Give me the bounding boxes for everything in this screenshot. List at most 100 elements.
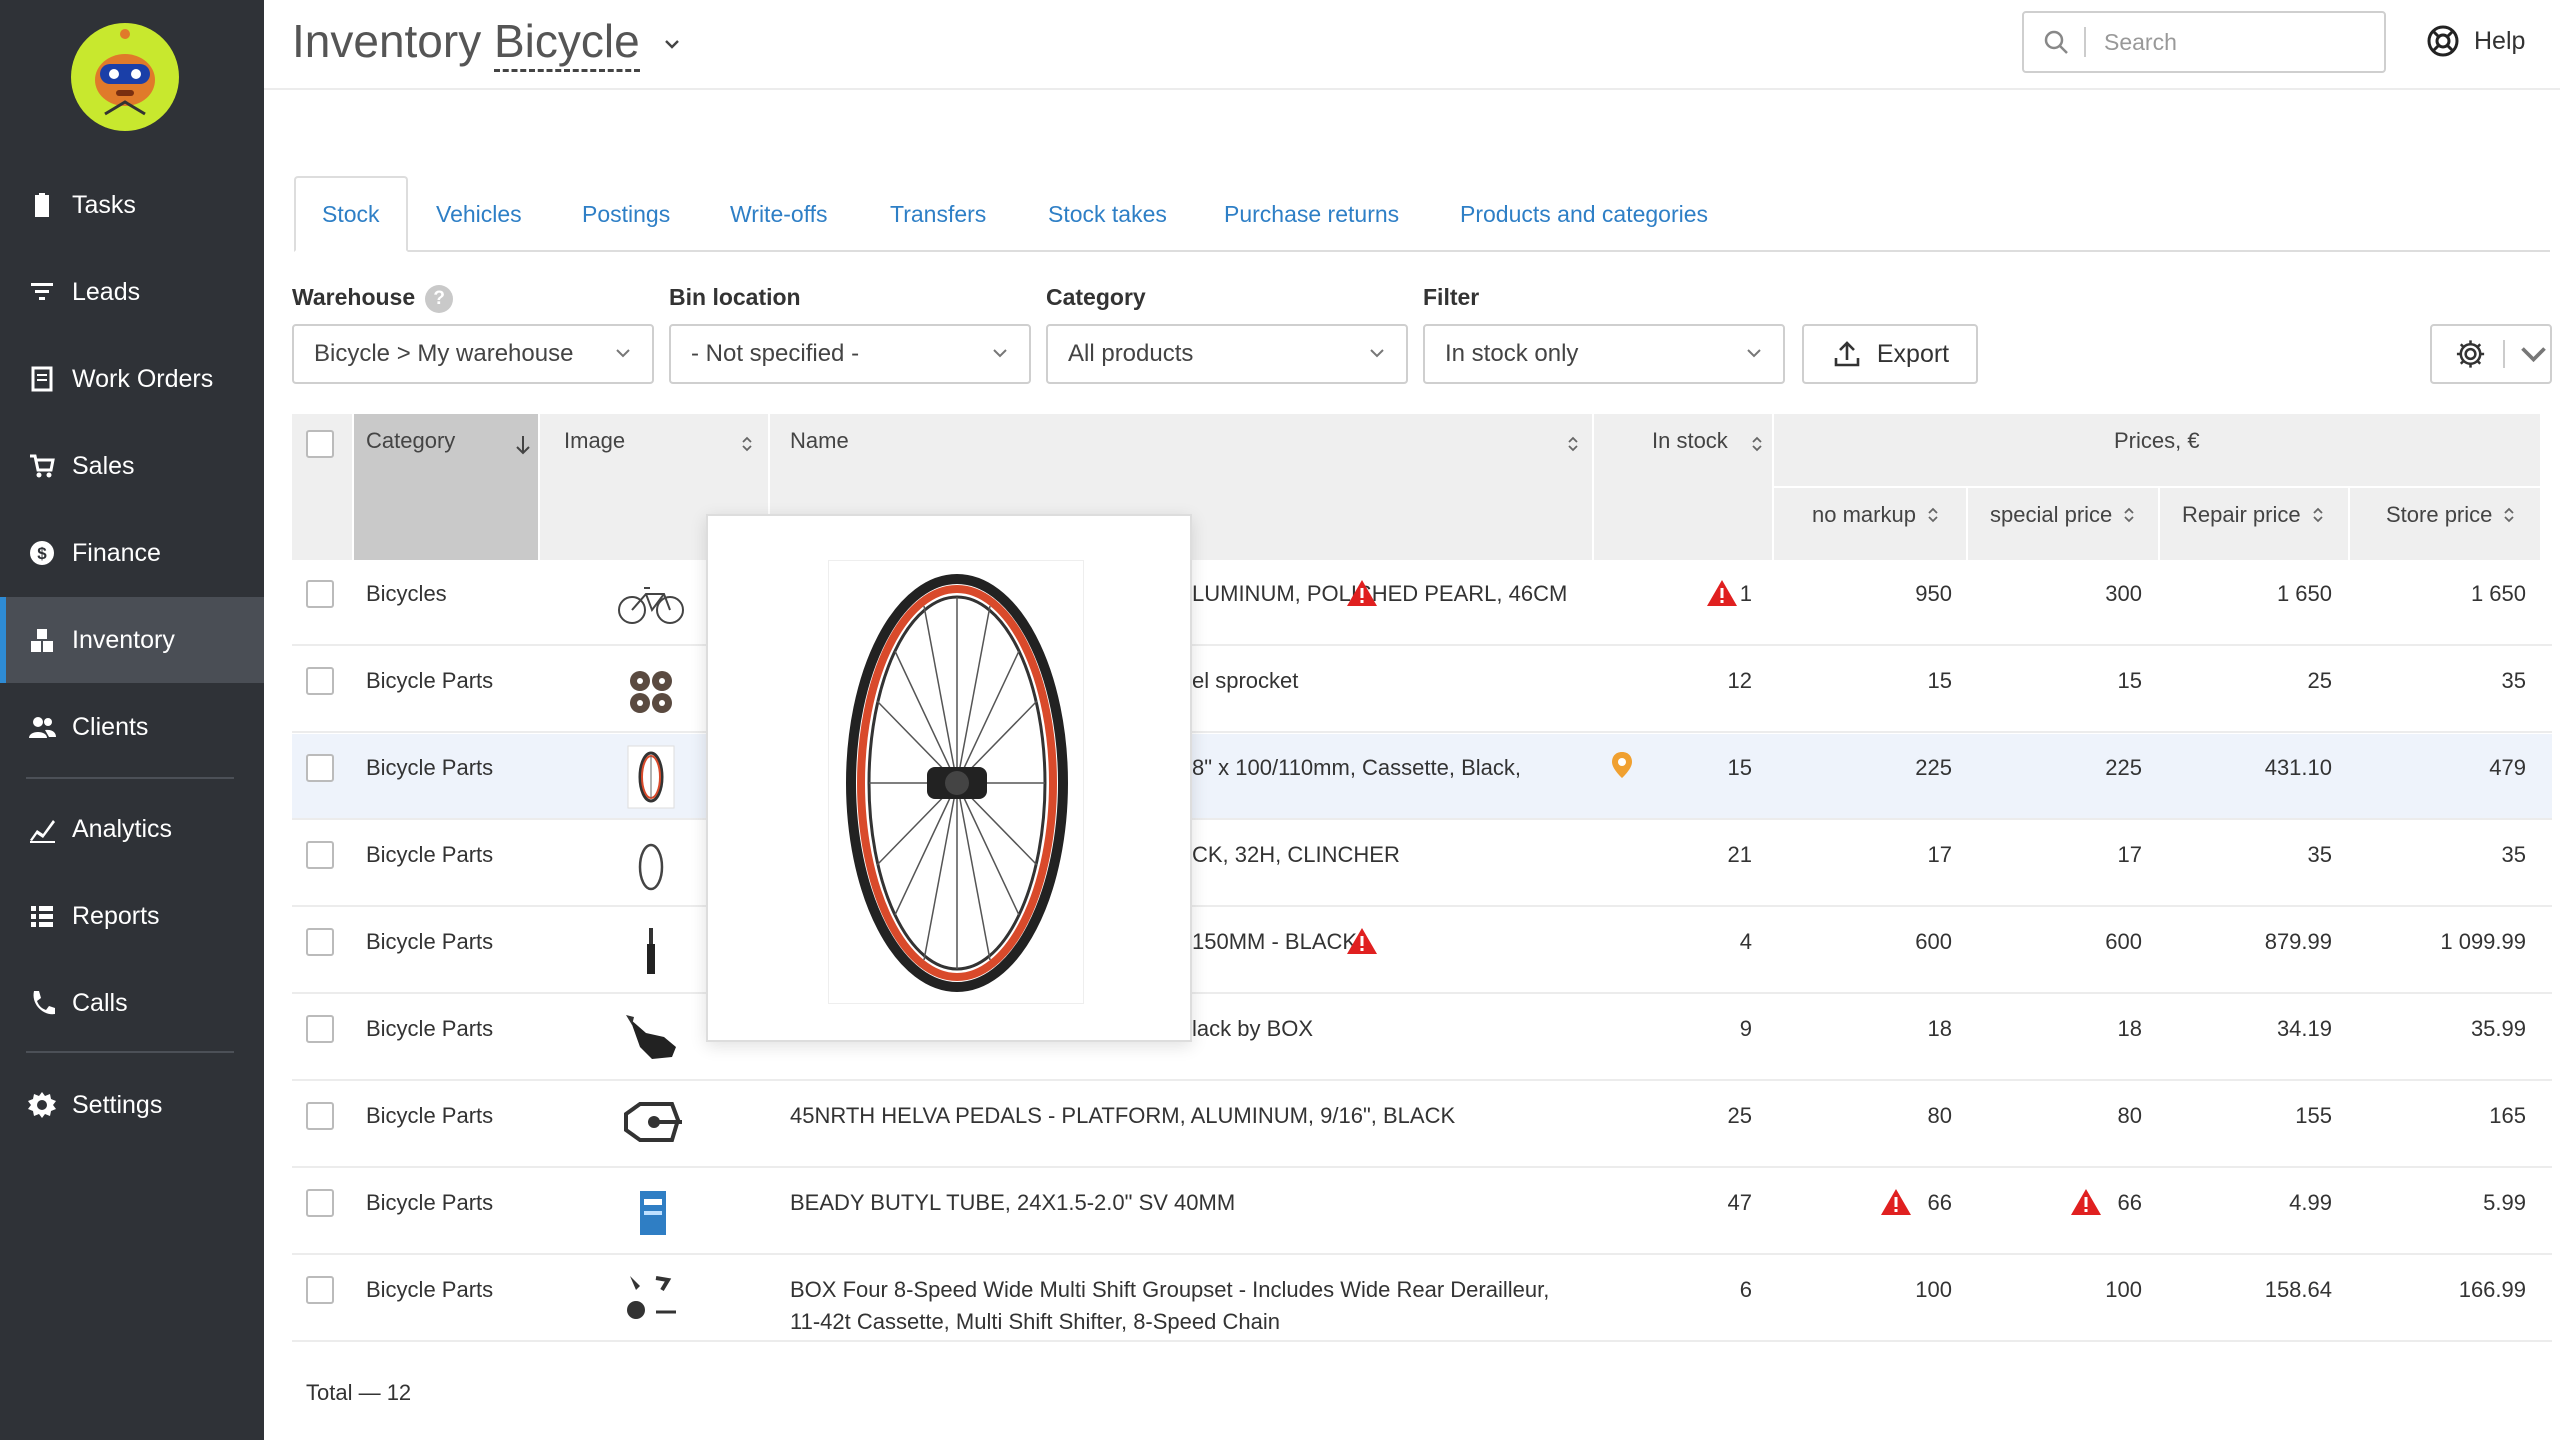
cell-special-price: 300 [2105, 581, 2142, 606]
cell-repair-price: 4.99 [2289, 1190, 2332, 1215]
column-header-in-stock[interactable]: In stock [1652, 428, 1772, 454]
cell-name[interactable]: 8" x 100/110mm, Cassette, Black, [1192, 752, 1592, 784]
warehouse-select[interactable]: Bicycle > My warehouse [292, 324, 654, 384]
row-checkbox[interactable] [306, 841, 334, 869]
row-checkbox[interactable] [306, 1276, 334, 1304]
sidebar-item-clients[interactable]: Clients [0, 684, 264, 770]
column-settings-button[interactable] [2430, 324, 2552, 384]
cell-name[interactable]: 45NRTH HELVA PEDALS - PLATFORM, ALUMINUM… [790, 1100, 1592, 1132]
cell-name[interactable]: 150MM - BLACK [1192, 926, 1592, 958]
search-input[interactable]: Search [2022, 11, 2386, 73]
column-header-category[interactable]: Category [366, 428, 536, 455]
warning-icon[interactable] [1706, 578, 1738, 608]
table-row[interactable]: Bicycle Parts 45NRTH HELVA PEDALS - PLATF… [292, 1082, 2552, 1168]
bicycle-thumbnail[interactable] [616, 568, 686, 638]
row-checkbox[interactable] [306, 1015, 334, 1043]
tab-vehicles[interactable]: Vehicles [436, 176, 522, 252]
column-header-image[interactable]: Image [564, 428, 764, 454]
sidebar-item-settings[interactable]: Settings [0, 1062, 264, 1148]
row-checkbox[interactable] [306, 580, 334, 608]
help-button[interactable]: Help [2426, 24, 2525, 58]
sidebar-item-finance[interactable]: $ Finance [0, 510, 264, 596]
sidebar-item-inventory[interactable]: Inventory [0, 597, 264, 683]
row-checkbox[interactable] [306, 1189, 334, 1217]
search-icon [2044, 30, 2068, 54]
row-checkbox[interactable] [306, 667, 334, 695]
tab-products-and-categories[interactable]: Products and categories [1460, 176, 1708, 252]
account-selector[interactable]: Bicycle [494, 15, 640, 72]
category-select-value: All products [1068, 340, 1194, 367]
cell-name-line2: 11-42t Cassette, Multi Shift Shifter, 8-… [790, 1309, 1280, 1334]
cell-no-markup: 80 [1927, 1103, 1952, 1128]
sidebar-item-work-orders[interactable]: Work Orders [0, 336, 264, 422]
tab-write-offs[interactable]: Write-offs [730, 176, 828, 252]
sort-icon [1752, 436, 1762, 452]
cell-repair-price: 155 [2295, 1103, 2332, 1128]
sidebar-item-leads[interactable]: Leads [0, 249, 264, 335]
warning-icon[interactable] [1346, 926, 1378, 956]
column-header-no-markup[interactable]: no markup [1812, 502, 1972, 528]
sidebar-item-reports[interactable]: Reports [0, 873, 264, 959]
groupset-thumbnail[interactable] [616, 1264, 686, 1334]
cell-name[interactable]: BOX Four 8-Speed Wide Multi Shift Groups… [790, 1274, 1592, 1306]
row-checkbox[interactable] [306, 928, 334, 956]
table-row[interactable]: Bicycle Parts BOX Four 8-Speed Wide Multi… [292, 1256, 2552, 1342]
cell-name[interactable]: el sprocket [1192, 665, 1592, 697]
sidebar-item-sales[interactable]: Sales [0, 423, 264, 509]
cell-name[interactable]: lack by BOX [1192, 1013, 1592, 1045]
cell-special-price: 600 [2105, 929, 2142, 954]
column-header-store-price[interactable]: Store price [2386, 502, 2546, 528]
tab-transfers[interactable]: Transfers [890, 176, 986, 252]
table-row[interactable]: Bicycle Parts 8" x 100/110mm, Cassette, B… [292, 734, 2552, 820]
table-row[interactable]: Bicycle Parts lack by BOX 9 18 18 34.19 35.99 [292, 995, 2552, 1081]
table-row[interactable]: Bicycle Parts 150MM - BLACK 4 600 600 879.99 1… [292, 908, 2552, 994]
chevron-down-icon[interactable] [663, 29, 681, 60]
filter-select[interactable]: In stock only [1423, 324, 1785, 384]
tab-postings[interactable]: Postings [582, 176, 670, 252]
column-header-special-price-label: special price [1990, 502, 2113, 527]
column-header-special-price[interactable]: special price [1990, 502, 2160, 528]
tab-purchase-returns[interactable]: Purchase returns [1224, 176, 1399, 252]
warning-icon[interactable] [1346, 578, 1378, 608]
saddle-thumbnail[interactable] [616, 1003, 686, 1073]
category-label: Category [1046, 284, 1146, 310]
column-header-repair-price[interactable]: Repair price [2182, 502, 2352, 528]
sidebar-item-calls[interactable]: Calls [0, 960, 264, 1046]
row-checkbox[interactable] [306, 1102, 334, 1130]
cell-category: Bicycle Parts [366, 842, 494, 867]
wheel-thumbnail[interactable] [616, 742, 686, 812]
category-select[interactable]: All products [1046, 324, 1408, 384]
pedal-thumbnail[interactable] [616, 1090, 686, 1160]
sidebar-item-analytics[interactable]: Analytics [0, 786, 264, 872]
seatpost-thumbnail[interactable] [616, 916, 686, 986]
table-row[interactable]: Bicycles LUMINUM, POLISHED PEARL, 46CM 1 95… [292, 560, 2552, 646]
table-row[interactable]: Bicycle Parts BEADY BUTYL TUBE, 24X1.5-2.… [292, 1169, 2552, 1255]
sidebar-item-tasks[interactable]: Tasks [0, 162, 264, 248]
select-all-checkbox[interactable] [306, 430, 334, 458]
table-row[interactable]: Bicycle Parts el sprocket 12 15 15 25 35 [292, 647, 2552, 733]
gear-icon [26, 1089, 58, 1121]
export-button[interactable]: Export [1802, 324, 1978, 384]
bin-location-select[interactable]: - Not specified - [669, 324, 1031, 384]
cell-name[interactable]: CK, 32H, CLINCHER [1192, 839, 1592, 871]
tube-box-thumbnail[interactable] [616, 1177, 686, 1247]
dollar-icon: $ [26, 537, 58, 569]
cell-name[interactable]: LUMINUM, POLISHED PEARL, 46CM [1192, 578, 1592, 610]
warning-icon[interactable] [2070, 1187, 2102, 1217]
tab-stock[interactable]: Stock [294, 176, 408, 252]
warehouse-label: Warehouse? [292, 284, 454, 313]
cell-category: Bicycle Parts [366, 755, 494, 780]
sprocket-thumbnail[interactable] [616, 655, 686, 725]
row-checkbox[interactable] [306, 754, 334, 782]
tab-stock-takes[interactable]: Stock takes [1048, 176, 1167, 252]
svg-text:$: $ [37, 544, 47, 563]
tire-thumbnail[interactable] [616, 829, 686, 899]
warning-icon[interactable] [1880, 1187, 1912, 1217]
robot-logo-icon[interactable] [70, 22, 180, 132]
location-pin-icon[interactable] [1610, 750, 1634, 780]
table-row[interactable]: Bicycle Parts CK, 32H, CLINCHER 21 17 17 35 35 [292, 821, 2552, 907]
cell-name[interactable]: BEADY BUTYL TUBE, 24X1.5-2.0" SV 40MM [790, 1187, 1592, 1219]
help-question-icon[interactable]: ? [425, 284, 454, 313]
cell-store-price: 166.99 [2458, 1277, 2526, 1302]
column-header-name[interactable]: Name [790, 428, 1590, 454]
